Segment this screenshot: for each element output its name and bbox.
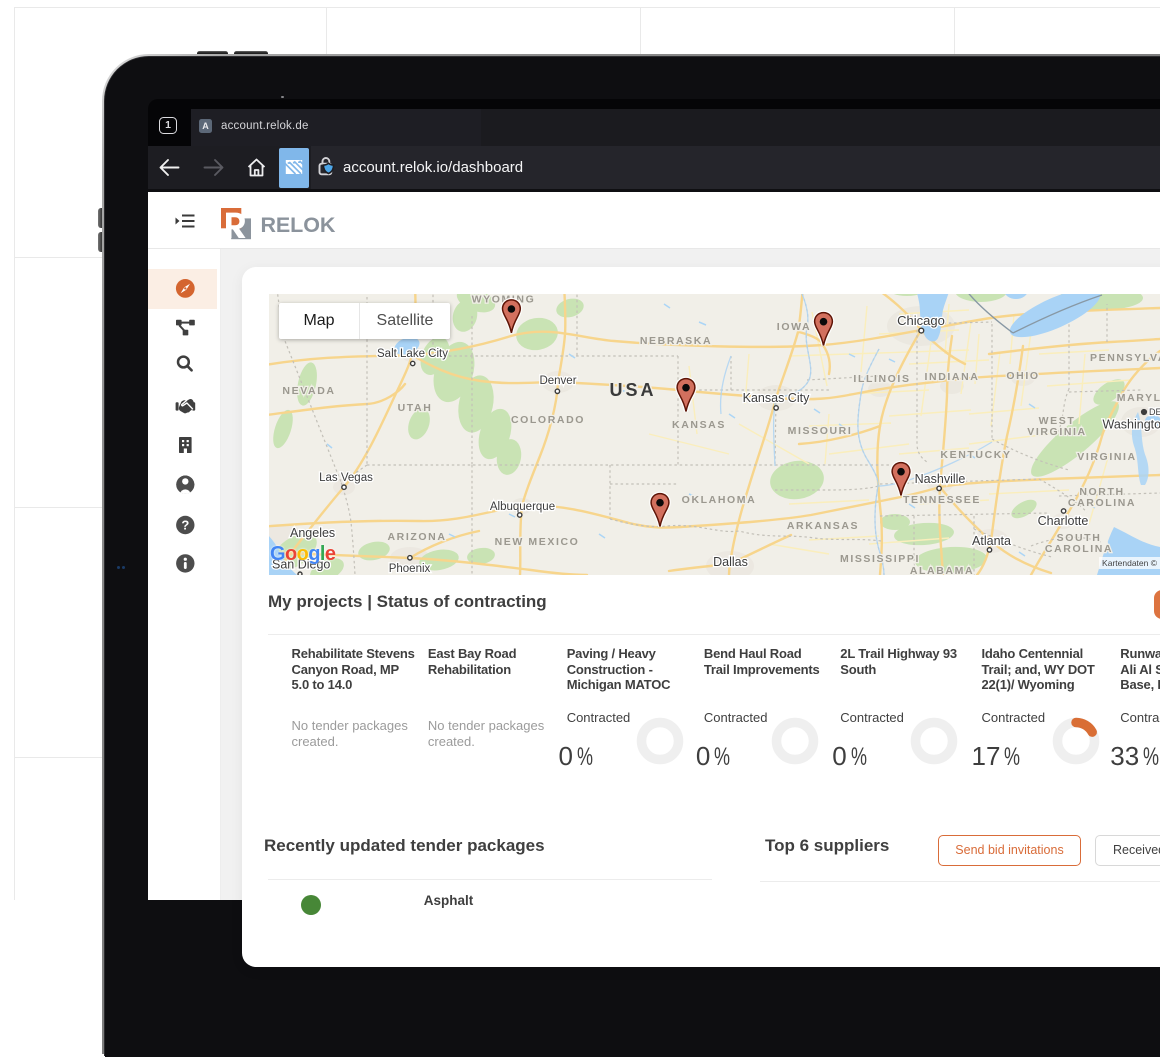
svg-text:COLORADO: COLORADO bbox=[511, 414, 585, 426]
svg-text:KENTUCKY: KENTUCKY bbox=[940, 449, 1011, 461]
svg-text:Las Vegas: Las Vegas bbox=[319, 472, 373, 484]
svg-text:MARYLAND: MARYLAND bbox=[1117, 392, 1160, 404]
svg-text:Dallas: Dallas bbox=[713, 555, 748, 569]
svg-text:Albuquerque: Albuquerque bbox=[490, 501, 555, 513]
svg-text:UTAH: UTAH bbox=[398, 402, 433, 414]
svg-text:TENNESSEE: TENNESSEE bbox=[903, 494, 981, 506]
svg-text:Phoenix: Phoenix bbox=[389, 563, 431, 575]
svg-text:Chicago: Chicago bbox=[897, 313, 945, 328]
svg-text:Denver: Denver bbox=[539, 375, 576, 387]
svg-text:ILLINOIS: ILLINOIS bbox=[853, 373, 910, 385]
svg-text:Kansas City: Kansas City bbox=[743, 391, 810, 405]
svg-text:Nashville: Nashville bbox=[915, 472, 966, 486]
svg-text:MISSISSIPPI: MISSISSIPPI bbox=[840, 553, 920, 565]
svg-text:Salt Lake City: Salt Lake City bbox=[377, 348, 448, 360]
svg-text:CAROLINA: CAROLINA bbox=[1045, 543, 1113, 555]
svg-text:ALABAMA: ALABAMA bbox=[910, 565, 974, 575]
svg-text:USA: USA bbox=[609, 380, 656, 400]
svg-text:OKLAHOMA: OKLAHOMA bbox=[682, 494, 757, 506]
svg-text:NEBRASKA: NEBRASKA bbox=[640, 335, 712, 347]
svg-text:ARKANSAS: ARKANSAS bbox=[787, 520, 859, 532]
svg-text:VIRGINIA: VIRGINIA bbox=[1077, 451, 1136, 463]
svg-text:INDIANA: INDIANA bbox=[925, 371, 980, 383]
svg-text:ARIZONA: ARIZONA bbox=[387, 531, 446, 543]
svg-text:Washington: Washington bbox=[1103, 418, 1160, 432]
svg-text:Atlanta: Atlanta bbox=[972, 534, 1011, 548]
svg-text:Charlotte: Charlotte bbox=[1038, 514, 1089, 528]
svg-text:OHIO: OHIO bbox=[1006, 370, 1039, 382]
svg-text:Angeles: Angeles bbox=[290, 526, 335, 540]
svg-text:VIRGINIA: VIRGINIA bbox=[1027, 426, 1086, 438]
svg-text:NEW MEXICO: NEW MEXICO bbox=[495, 536, 580, 548]
svg-text:KANSAS: KANSAS bbox=[672, 419, 726, 431]
svg-text:CAROLINA: CAROLINA bbox=[1068, 497, 1136, 509]
svg-text:IOWA: IOWA bbox=[777, 321, 811, 333]
svg-text:DE: DE bbox=[1149, 407, 1160, 417]
svg-text:MISSOURI: MISSOURI bbox=[788, 425, 853, 437]
svg-text:PENNSYLVANIA: PENNSYLVANIA bbox=[1090, 352, 1160, 364]
svg-text:NEVADA: NEVADA bbox=[282, 385, 335, 397]
svg-text:?: ? bbox=[181, 518, 189, 533]
